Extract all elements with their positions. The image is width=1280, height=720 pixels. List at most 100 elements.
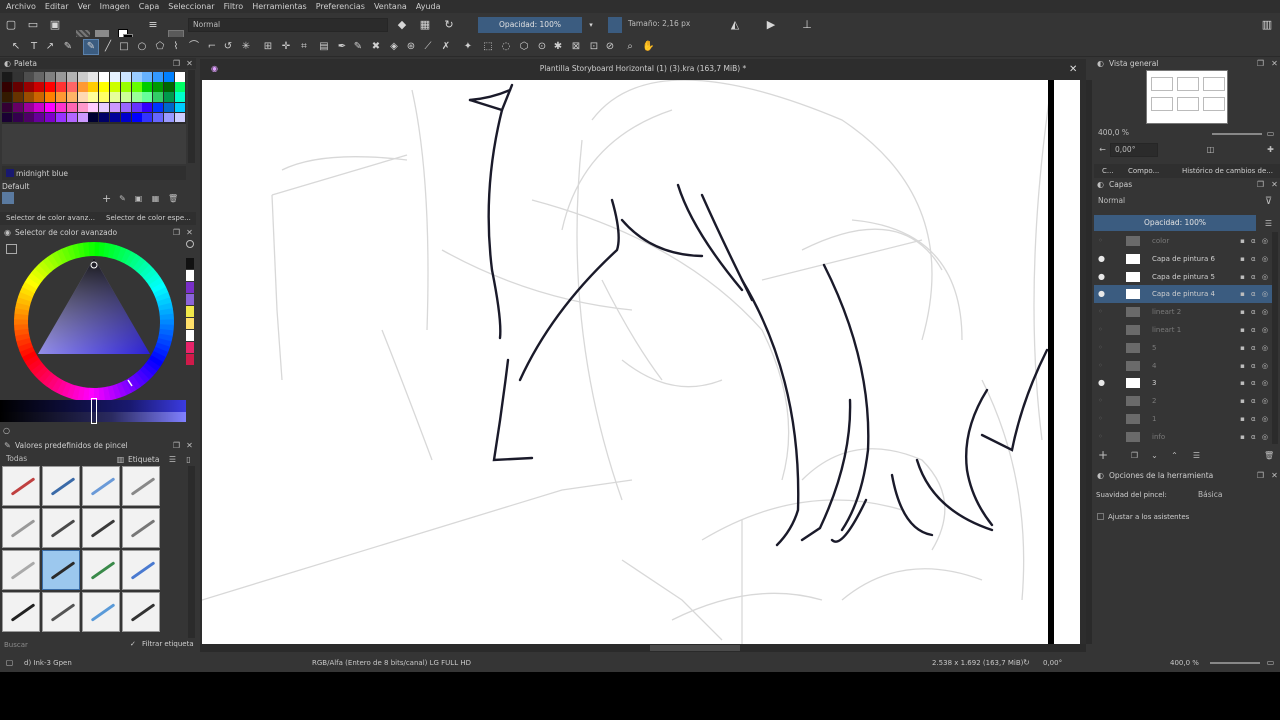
canvas-vertical-scrollbar[interactable] xyxy=(1086,80,1092,644)
menu-seleccionar[interactable]: Seleccionar xyxy=(168,2,214,11)
brush-tag-filter[interactable]: Todas xyxy=(2,453,112,467)
recent-color-swatch[interactable] xyxy=(186,294,194,305)
palette-swatch[interactable] xyxy=(153,112,164,123)
palette-swatch[interactable] xyxy=(88,102,99,113)
palette-swatch[interactable] xyxy=(131,112,142,123)
filter-layers-icon[interactable]: ⊽ xyxy=(1264,197,1273,207)
brush-settings-icon[interactable]: ≡ xyxy=(146,18,160,32)
status-brush-name[interactable]: d) Ink-3 Gpen xyxy=(24,655,72,671)
palette-swatch[interactable] xyxy=(164,72,174,82)
palette-swatch[interactable] xyxy=(131,92,142,102)
brush-preset[interactable] xyxy=(122,508,160,548)
brush-preset[interactable] xyxy=(42,508,80,548)
palette-swatch[interactable] xyxy=(164,82,174,92)
float-panel-icon[interactable]: ❐ xyxy=(172,441,181,450)
palette-swatch[interactable] xyxy=(56,82,66,92)
layer-row[interactable]: ◦ lineart 2 ▪ α ◎ xyxy=(1094,303,1274,321)
pin-icon[interactable]: ✚ xyxy=(1266,145,1275,154)
select-shapes-icon[interactable]: ↖ xyxy=(10,40,22,54)
polygon-tool-icon[interactable]: ⬠ xyxy=(154,40,166,54)
palette-swatch[interactable] xyxy=(77,72,88,82)
status-zoom[interactable]: 400,0 % xyxy=(1170,655,1199,671)
status-zoom-icon[interactable]: ▭ xyxy=(1266,658,1275,667)
palette-swatch[interactable] xyxy=(23,82,34,92)
horizontal-scroll-thumb[interactable] xyxy=(650,645,740,651)
float-panel-icon[interactable]: ❐ xyxy=(172,59,181,68)
tag-label[interactable]: Etiqueta xyxy=(128,455,159,464)
tab-advanced-color[interactable]: Selector de color avanz... xyxy=(6,214,95,222)
palette-swatch[interactable] xyxy=(174,92,185,102)
brush-preset[interactable] xyxy=(2,550,40,590)
palette-swatch[interactable] xyxy=(174,112,185,123)
visibility-eye-icon[interactable]: ● xyxy=(1098,268,1108,286)
layer-flags-icons[interactable]: ▪ α ◎ xyxy=(1240,250,1270,268)
palette-swatch[interactable] xyxy=(12,72,23,82)
bezier-select-icon[interactable]: ⊡ xyxy=(588,40,600,54)
palette-swatch[interactable] xyxy=(142,112,153,123)
palette-swatch[interactable] xyxy=(34,92,45,102)
palette-swatch[interactable] xyxy=(174,72,185,82)
layer-row[interactable]: ● 3 ▪ α ◎ xyxy=(1094,374,1274,392)
tab-undo-history[interactable]: Histórico de cambios de... xyxy=(1182,167,1273,175)
color-selector-reset-icon[interactable]: ○ xyxy=(2,426,11,435)
recent-color-swatch[interactable] xyxy=(186,342,194,353)
smoothing-combo[interactable]: Básica xyxy=(1194,489,1272,503)
palette-swatch[interactable] xyxy=(34,112,45,123)
layer-flags-icons[interactable]: ▪ α ◎ xyxy=(1240,339,1270,357)
palette-swatch[interactable] xyxy=(120,92,131,102)
recent-color-swatch[interactable] xyxy=(186,270,194,281)
palette-swatch[interactable] xyxy=(153,92,164,102)
brush-icon[interactable]: ✎ xyxy=(85,40,97,54)
palette-swatch[interactable] xyxy=(56,92,66,102)
tab-specific-color[interactable]: Selector de color espe... xyxy=(106,214,191,222)
assistant-tool-icon[interactable]: ⊛ xyxy=(405,40,417,54)
brush-view-options-icon[interactable]: ▯ xyxy=(184,455,193,464)
brush-preset[interactable] xyxy=(42,466,80,506)
brush-preset-selected[interactable] xyxy=(42,550,80,590)
close-panel-icon[interactable]: ✕ xyxy=(1270,59,1279,68)
brush-presets-scrollbar[interactable] xyxy=(188,466,195,638)
brush-preset[interactable] xyxy=(82,466,120,506)
palette-swatch[interactable] xyxy=(66,72,77,82)
palette-swatch[interactable] xyxy=(142,82,153,92)
move-layer-down-icon[interactable]: ⌄ xyxy=(1150,451,1159,460)
similar-select-icon[interactable]: ⊠ xyxy=(570,40,582,54)
layer-flags-icons[interactable]: ▪ α ◎ xyxy=(1240,428,1270,446)
palette-swatch[interactable] xyxy=(153,102,164,113)
menu-filtro[interactable]: Filtro xyxy=(224,2,244,11)
palette-swatch[interactable] xyxy=(12,92,23,102)
drawing-canvas[interactable] xyxy=(202,80,1080,644)
layer-row[interactable]: ◦ info ▪ α ◎ xyxy=(1094,428,1274,446)
polygon-select-icon[interactable]: ⬡ xyxy=(518,40,530,54)
hue-segment[interactable] xyxy=(88,242,95,257)
palette-swatch[interactable] xyxy=(66,92,77,102)
layer-row[interactable]: ◦ 1 ▪ α ◎ xyxy=(1094,410,1274,428)
palette-swatch[interactable] xyxy=(131,102,142,113)
visibility-eye-icon[interactable]: ◦ xyxy=(1098,321,1108,339)
layer-opacity-slider[interactable]: Opacidad: 100% xyxy=(1094,215,1256,231)
layer-row[interactable]: ● Capa de pintura 5 ▪ α ◎ xyxy=(1094,268,1274,286)
assistants-checkbox[interactable] xyxy=(1097,513,1104,520)
palette-swatch[interactable] xyxy=(66,112,77,123)
duplicate-layer-icon[interactable]: ❐ xyxy=(1130,451,1139,460)
layer-flags-icons[interactable]: ▪ α ◎ xyxy=(1240,303,1270,321)
layer-row[interactable]: ◦ 4 ▪ α ◎ xyxy=(1094,357,1274,375)
brush-preset[interactable] xyxy=(82,592,120,632)
pin-tool-icon[interactable]: ✦ xyxy=(462,40,474,54)
palette-swatch[interactable] xyxy=(110,72,120,82)
value-slider-handle[interactable] xyxy=(91,398,97,424)
palette-swatch[interactable] xyxy=(120,112,131,123)
calligraphy-icon[interactable]: ✎ xyxy=(62,40,74,54)
layer-row[interactable]: ◦ 2 ▪ α ◎ xyxy=(1094,392,1274,410)
ellipse-select-icon[interactable]: ◌ xyxy=(500,40,512,54)
palette-swatch[interactable] xyxy=(99,112,110,123)
magnetic-select-icon[interactable]: ⊘ xyxy=(604,40,616,54)
palette-swatch[interactable] xyxy=(2,82,12,92)
palette-swatch[interactable] xyxy=(77,112,88,123)
color-wheel[interactable] xyxy=(0,236,196,426)
palette-swatch[interactable] xyxy=(153,82,164,92)
palette-swatch[interactable] xyxy=(120,102,131,113)
palette-view-icon[interactable]: ▦ xyxy=(151,194,160,203)
visibility-eye-icon[interactable]: ◦ xyxy=(1098,392,1108,410)
layer-flags-icons[interactable]: ▪ α ◎ xyxy=(1240,232,1270,250)
